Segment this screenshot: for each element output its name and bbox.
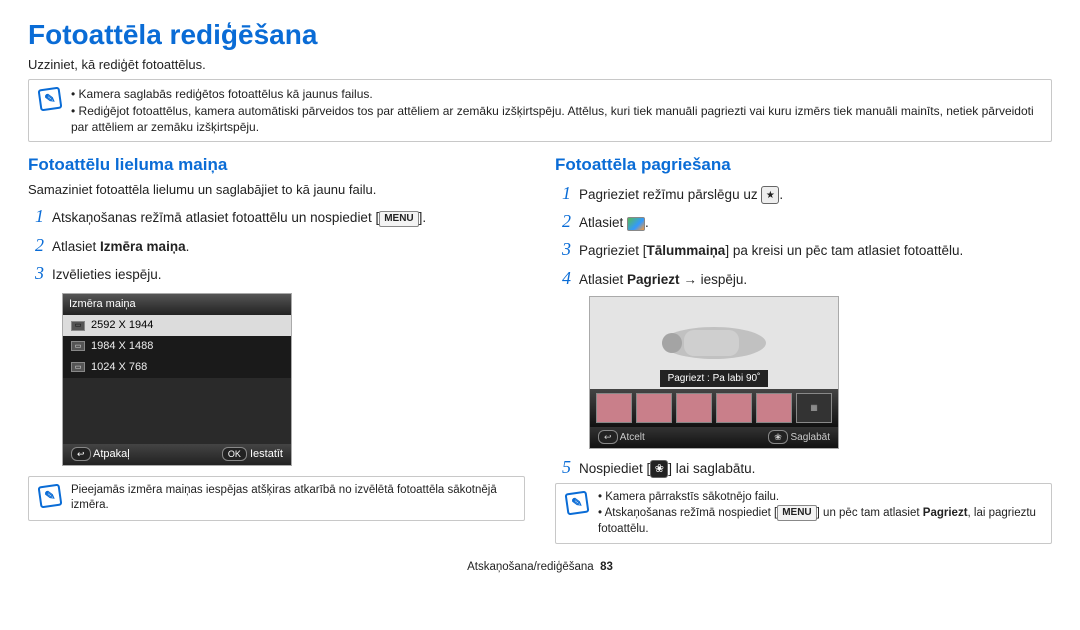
save-icon: ❀ xyxy=(768,430,788,444)
thumb xyxy=(756,393,792,423)
rotate-tooltip: Pagriezt : Pa labi 90˚ xyxy=(660,370,769,388)
note-icon: ✎ xyxy=(38,483,63,508)
right-column: Fotoattēla pagriešana 1 Pagrieziet režīm… xyxy=(555,150,1052,553)
thumb xyxy=(716,393,752,423)
right-bottom-note: ✎ Kamera pārrakstīs sākotnējo failu. Ats… xyxy=(555,483,1052,545)
right-step-4: Atlasiet Pagriezt → iespēju. xyxy=(579,271,747,289)
size-icon: ▭ xyxy=(71,341,85,351)
left-desc: Samaziniet fotoattēla lielumu un saglabā… xyxy=(28,181,525,199)
top-note-item: Rediģējot fotoattēlus, kamera automātisk… xyxy=(71,103,1041,135)
step-number: 4 xyxy=(555,266,571,290)
ok-icon: OK xyxy=(222,447,247,461)
dialog-title: Izmēra maiņa xyxy=(63,294,291,315)
left-heading: Fotoattēlu lieluma maiņa xyxy=(28,154,525,177)
photo-icon xyxy=(627,217,645,231)
size-icon: ▭ xyxy=(71,321,85,331)
size-option: ▭1984 X 1488 xyxy=(63,336,291,357)
step-number: 1 xyxy=(555,181,571,205)
right-step-3: Pagrieziet [Tālummaiņa] pa kreisi un pēc… xyxy=(579,242,963,260)
right-step-1: Pagrieziet režīmu pārslēgu uz ★. xyxy=(579,186,783,204)
left-step-3: Izvēlieties iespēju. xyxy=(52,266,162,284)
left-column: Fotoattēlu lieluma maiņa Samaziniet foto… xyxy=(28,150,525,553)
top-note-box: ✎ Kamera saglabās rediģētos fotoattēlus … xyxy=(28,79,1052,142)
step-number: 5 xyxy=(555,455,571,479)
thumb xyxy=(676,393,712,423)
thumbnail-strip: ▦ xyxy=(590,389,838,427)
flower-icon: ❀ xyxy=(650,460,668,478)
mode-dial-icon: ★ xyxy=(761,186,779,204)
thumb xyxy=(636,393,672,423)
menu-icon: MENU xyxy=(777,505,816,521)
thumb xyxy=(596,393,632,423)
menu-icon: MENU xyxy=(379,211,418,227)
size-option: ▭1024 X 768 xyxy=(63,357,291,378)
right-step-2: Atlasiet . xyxy=(579,214,649,232)
note-item: Kamera pārrakstīs sākotnējo failu. xyxy=(598,490,1041,506)
step-number: 2 xyxy=(28,233,44,257)
back-icon: ↩ xyxy=(71,447,91,461)
thumb: ▦ xyxy=(796,393,832,423)
page-footer: Atskaņošana/rediģēšana 83 xyxy=(28,560,1052,576)
page-subtitle: Uzziniet, kā rediģēt fotoattēlus. xyxy=(28,56,1052,74)
resize-dialog-screenshot: Izmēra maiņa ▭2592 X 1944 ▭1984 X 1488 ▭… xyxy=(62,293,292,465)
left-bottom-note: ✎ Pieejamās izmēra maiņas iespējas atšķi… xyxy=(28,476,525,521)
top-note-item: Kamera saglabās rediģētos fotoattēlus kā… xyxy=(71,86,1041,102)
page-title: Fotoattēla rediģēšana xyxy=(28,16,1052,54)
back-icon: ↩ xyxy=(598,430,618,444)
step-number: 3 xyxy=(555,237,571,261)
note-icon: ✎ xyxy=(38,87,63,112)
step-number: 3 xyxy=(28,261,44,285)
note-item: Atskaņošanas režīmā nospiediet [MENU] un… xyxy=(598,505,1041,537)
step-number: 2 xyxy=(555,209,571,233)
right-step-5: Nospiediet [❀] lai saglabātu. xyxy=(579,460,755,478)
right-heading: Fotoattēla pagriešana xyxy=(555,154,1052,177)
step-number: 1 xyxy=(28,204,44,228)
size-icon: ▭ xyxy=(71,362,85,372)
size-option: ▭2592 X 1944 xyxy=(63,315,291,336)
rotate-dialog-screenshot: Pagriezt : Pa labi 90˚ ▦ ↩ Atcelt ❀ Sagl… xyxy=(589,296,839,449)
rotated-image-placeholder xyxy=(654,318,774,368)
left-step-1: Atskaņošanas režīmā atlasiet fotoattēlu … xyxy=(52,209,426,227)
left-step-2: Atlasiet Izmēra maiņa. xyxy=(52,238,189,256)
note-icon: ✎ xyxy=(565,490,590,515)
